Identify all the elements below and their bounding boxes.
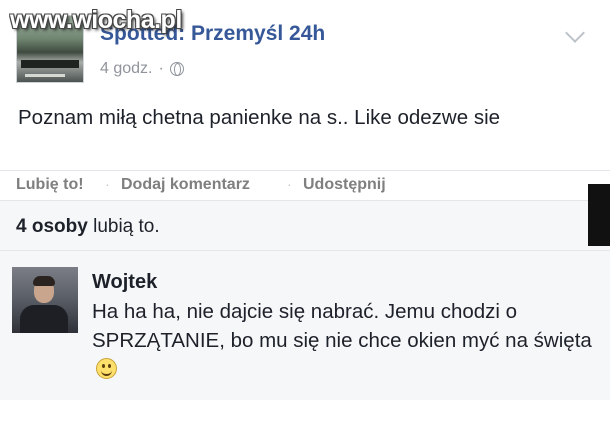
- thumb-detail: [21, 60, 79, 68]
- meta-dot: ·: [158, 60, 164, 77]
- likes-count[interactable]: 4 osoby: [16, 216, 88, 237]
- action-bar: Lubię to! · Dodaj komentarz · Udostępnij: [0, 170, 610, 200]
- edge-shadow: [588, 184, 610, 246]
- comment-text: Ha ha ha, nie dajcie się nabrać. Jemu ch…: [92, 300, 592, 352]
- post-timestamp[interactable]: 4 godz.: [100, 60, 152, 78]
- action-separator: ·: [105, 176, 110, 192]
- like-button[interactable]: Lubię to!: [16, 176, 84, 194]
- avatar-hair: [33, 276, 55, 286]
- watermark: www.wiocha.pl: [10, 6, 182, 34]
- comment: Wojtek Ha ha ha, nie dajcie się nabrać. …: [0, 250, 610, 400]
- post-text: Poznam miłą chetna panienke na s.. Like …: [18, 106, 501, 129]
- chevron-down-icon[interactable]: [565, 23, 585, 43]
- bottom-strip: [0, 400, 610, 436]
- thumb-detail-2: [25, 74, 65, 77]
- post-card: www.wiocha.pl Spotted: Przemyśl 24h 4 go…: [0, 0, 610, 170]
- globe-icon: [169, 62, 184, 76]
- avatar[interactable]: [12, 267, 78, 333]
- likes-text[interactable]: 4 osoby lubią to.: [16, 216, 160, 238]
- comment-body: Ha ha ha, nie dajcie się nabrać. Jemu ch…: [92, 297, 600, 384]
- likes-summary: 4 osoby lubią to.: [0, 200, 610, 250]
- action-separator: ·: [287, 176, 292, 192]
- comment-button[interactable]: Dodaj komentarz: [121, 176, 250, 194]
- post-meta: 4 godz. ·: [100, 60, 184, 78]
- avatar-body: [20, 305, 68, 333]
- smiley-icon: [96, 358, 117, 379]
- share-button[interactable]: Udostępnij: [303, 176, 386, 194]
- comment-author[interactable]: Wojtek: [92, 271, 157, 294]
- likes-suffix: lubią to.: [87, 216, 160, 237]
